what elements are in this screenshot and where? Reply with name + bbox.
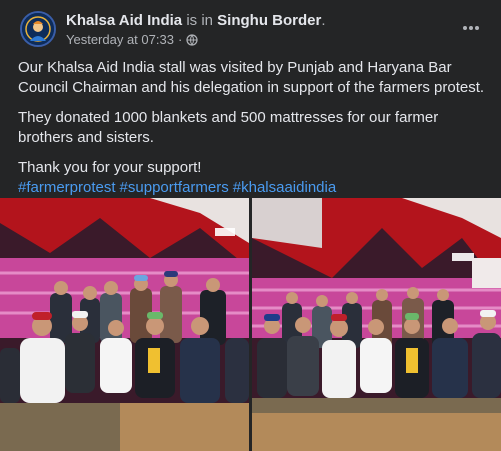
post-text: Our Khalsa Aid India stall was visited b… [18, 58, 488, 198]
location-suffix: . [321, 12, 326, 29]
hashtag-link[interactable]: #supportfarmers [120, 179, 229, 196]
post-paragraph-1: Our Khalsa Aid India stall was visited b… [18, 59, 485, 96]
hashtag-list: #farmerprotest #supportfarmers #khalsaaidi… [18, 178, 488, 198]
group-photo-image [252, 198, 501, 451]
hashtag-link[interactable]: #farmerprotest [18, 179, 116, 196]
more-options-button[interactable] [457, 14, 485, 42]
page-avatar[interactable] [20, 11, 56, 47]
post-photo-1[interactable] [0, 198, 249, 451]
hashtag-link[interactable]: #khalsaaidindia [233, 179, 336, 196]
facebook-post: Khalsa Aid India is in Singhu Border. Ye… [0, 0, 501, 451]
post-photo-2[interactable] [252, 198, 501, 451]
group-photo-image [0, 198, 249, 451]
author-name[interactable]: Khalsa Aid India [66, 12, 182, 29]
globe-icon [186, 33, 198, 46]
meta-separator: · [177, 32, 183, 47]
post-paragraph-2: They donated 1000 blankets and 500 mattr… [18, 109, 439, 146]
post-meta: Yesterday at 07:33 · [66, 32, 198, 47]
is-in-text: is in [186, 12, 213, 29]
author-line: Khalsa Aid India is in Singhu Border. [66, 12, 326, 29]
post-paragraph-3: Thank you for your support! [18, 159, 202, 176]
location-link[interactable]: Singhu Border [217, 12, 321, 29]
ellipsis-icon [463, 26, 479, 30]
post-timestamp[interactable]: Yesterday at 07:33 [66, 32, 174, 47]
photo-grid [0, 198, 501, 451]
post-header: Khalsa Aid India is in Singhu Border. Ye… [18, 8, 491, 50]
